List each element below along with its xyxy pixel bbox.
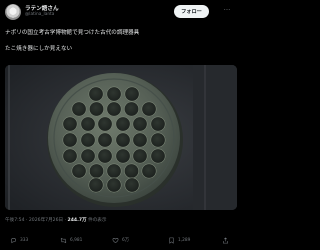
pan-well — [89, 163, 105, 179]
pan-well — [106, 163, 122, 179]
pan-well — [80, 148, 96, 164]
pan-well — [124, 101, 140, 117]
pan-well — [88, 177, 104, 193]
tweet-photo[interactable] — [5, 65, 237, 210]
bookmark-icon — [169, 237, 174, 244]
pan-well — [80, 132, 96, 148]
pan-well — [80, 116, 96, 132]
views-label: 件の表示 — [86, 218, 107, 223]
pan-well — [150, 148, 166, 164]
heart-icon — [112, 237, 119, 243]
user-name[interactable]: ラテン語さん — [25, 4, 59, 12]
user-handle[interactable]: @latina_lanta — [25, 12, 54, 17]
pan-well — [132, 148, 148, 164]
bookmark-count: 1,289 — [178, 237, 191, 243]
tweet-text-line-2: たこ焼き器にしか見えない — [5, 46, 73, 52]
retweet-button[interactable]: 6,981 — [60, 235, 82, 245]
pan-well — [97, 116, 113, 132]
pan-well — [62, 132, 78, 148]
pan-well — [115, 148, 131, 164]
reply-count: 333 — [20, 237, 29, 243]
retweet-icon — [60, 237, 67, 243]
more-icon[interactable]: ··· — [221, 6, 233, 16]
pan-well — [106, 177, 122, 193]
tweet-meta: 午後7:54 · 2026年7月26日 · 244.7万 件の表示 — [5, 217, 106, 223]
pan-well — [132, 116, 148, 132]
tweet-time[interactable]: 午後7:54 · 2026年7月26日 · — [5, 218, 68, 223]
pan-well — [124, 163, 140, 179]
tweet-text-line-1: ナポリの国立考古学博物館で見つけた古代の調理器具 — [5, 30, 140, 36]
avatar[interactable] — [5, 4, 21, 20]
pan-well — [124, 177, 140, 193]
tweet-header: ラテン語さん @latina_lanta フォロー ··· — [0, 0, 241, 22]
pan-well — [62, 148, 78, 164]
pan-well — [124, 86, 140, 102]
pan-well — [150, 116, 166, 132]
views-count: 244.7万 — [67, 218, 87, 223]
like-count: 6万 — [122, 238, 130, 243]
pan-well — [115, 132, 131, 148]
like-button[interactable]: 6万 — [112, 235, 129, 245]
follow-button[interactable]: フォロー — [174, 5, 209, 18]
pan-well — [97, 148, 113, 164]
tweet-text: ナポリの国立考古学博物館で見つけた古代の調理器具 たこ焼き器にしか見えない — [5, 29, 237, 53]
pan-well — [115, 116, 131, 132]
pan-well — [132, 132, 148, 148]
share-icon — [223, 236, 228, 243]
share-button[interactable] — [222, 235, 232, 245]
retweet-count: 6,981 — [70, 237, 83, 243]
pan-well — [97, 132, 113, 148]
reply-icon — [11, 237, 16, 243]
pan-well — [141, 163, 157, 179]
pan-well — [71, 163, 87, 179]
pan-well — [71, 101, 87, 117]
pan-well — [150, 132, 166, 148]
pan-well — [88, 86, 104, 102]
pan-well — [89, 101, 105, 117]
action-bar: 333 6,981 6万 1,289 — [0, 233, 241, 247]
pan-well — [62, 116, 78, 132]
pan-well — [106, 101, 122, 117]
reply-button[interactable]: 333 — [10, 235, 28, 245]
bronze-pan-photo — [5, 65, 237, 210]
bookmark-button[interactable]: 1,289 — [168, 235, 190, 245]
pan-well — [141, 101, 157, 117]
pan-well — [106, 86, 122, 102]
